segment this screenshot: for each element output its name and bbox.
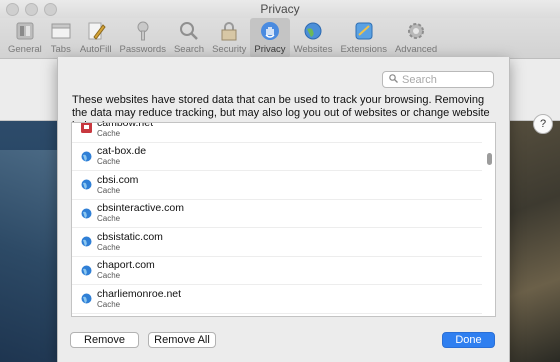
website-domain: cambow.net	[97, 122, 154, 129]
help-button[interactable]: ?	[533, 114, 553, 134]
website-data-type: Cache	[97, 185, 121, 195]
close-button[interactable]	[6, 3, 19, 16]
website-row[interactable]: cbsistatic.com Cache	[72, 228, 482, 257]
tab-extensions[interactable]: Extensions	[336, 18, 390, 58]
website-row-text: cbsinteractive.com Cache	[97, 202, 184, 224]
search-icon	[389, 73, 398, 86]
website-domain: charliemonroe.net	[97, 287, 182, 300]
website-row-text: cambow.net Cache	[97, 122, 154, 139]
minimize-button[interactable]	[25, 3, 38, 16]
lock-icon	[218, 20, 240, 42]
website-row[interactable]: cat-box.de Cache	[72, 143, 482, 171]
title-bar: Privacy	[0, 0, 560, 18]
website-data-type: Cache	[97, 128, 121, 138]
tab-tabs[interactable]: Tabs	[46, 18, 76, 58]
tab-security[interactable]: Security	[208, 18, 250, 58]
tab-websites-label: Websites	[293, 44, 333, 55]
website-domain: cat-box.de	[97, 145, 147, 158]
globe-icon	[81, 179, 92, 190]
website-row-text: cbsi.com Cache	[97, 174, 138, 196]
globe-icon	[81, 293, 92, 304]
tab-security-label: Security	[212, 44, 247, 55]
tab-general[interactable]: General	[4, 18, 46, 58]
general-switch-icon	[14, 20, 36, 42]
remove-all-button[interactable]: Remove All	[148, 332, 216, 348]
website-data-type: Cache	[97, 214, 121, 224]
preferences-toolbar: General Tabs AutoFill Passwords Search S…	[0, 18, 560, 59]
tab-extensions-label: Extensions	[340, 44, 387, 55]
hand-icon	[259, 20, 281, 42]
puzzle-icon	[353, 20, 375, 42]
pencil-icon	[85, 20, 107, 42]
website-rows: cambow.net Cache cat-box.de Cache cbsi.com Ca…	[72, 122, 482, 317]
search-field[interactable]	[382, 71, 494, 88]
website-row[interactable]: cbsinteractive.com Cache	[72, 200, 482, 228]
remove-button[interactable]: Remove	[70, 332, 139, 348]
site-favicon-icon	[81, 123, 92, 134]
website-domain: cbsi.com	[97, 173, 139, 186]
globe-icon	[81, 151, 92, 162]
website-row-text: charliemonroe.net Cache	[97, 288, 181, 310]
website-data-type: Cache	[97, 242, 121, 252]
magnifier-icon	[178, 20, 200, 42]
globe-icon	[81, 265, 92, 276]
tab-advanced[interactable]: Advanced	[391, 18, 441, 58]
tab-passwords[interactable]: Passwords	[116, 18, 170, 58]
website-row-text: cat-box.de Cache	[97, 145, 146, 167]
manage-website-data-sheet: These websites have stored data that can…	[57, 57, 510, 362]
window-controls	[6, 3, 57, 16]
website-domain: cbsinteractive.com	[97, 202, 184, 215]
website-row-text: chef.ioCache	[97, 316, 128, 317]
desktop-wallpaper-left	[0, 150, 60, 362]
website-domain: chef.io	[97, 316, 128, 317]
website-data-type: Cache	[97, 299, 121, 309]
website-data-list[interactable]: cambow.net Cache cat-box.de Cache cbsi.com Ca…	[71, 122, 496, 317]
tab-autofill[interactable]: AutoFill	[76, 18, 116, 58]
website-row[interactable]: cambow.net Cache	[72, 122, 482, 143]
tab-privacy[interactable]: Privacy	[250, 18, 290, 58]
website-row[interactable]: charliemonroe.net Cache	[72, 285, 482, 314]
zoom-button[interactable]	[44, 3, 57, 16]
tab-search[interactable]: Search	[170, 18, 208, 58]
website-row[interactable]: cbsi.com Cache	[72, 171, 482, 200]
gear-icon	[405, 20, 427, 42]
tab-advanced-label: Advanced	[394, 44, 438, 55]
tab-search-label: Search	[173, 44, 205, 55]
globe-icon	[302, 20, 324, 42]
tab-privacy-label: Privacy	[254, 44, 286, 55]
globe-icon	[81, 236, 92, 247]
website-domain: cbsistatic.com	[97, 230, 163, 243]
website-data-type: Cache	[97, 157, 121, 167]
website-row-text: chaport.com Cache	[97, 259, 155, 281]
website-row[interactable]: chef.ioCache	[72, 314, 482, 317]
tab-autofill-label: AutoFill	[79, 44, 112, 55]
website-domain: chaport.com	[97, 259, 155, 272]
tab-passwords-label: Passwords	[119, 44, 166, 55]
tabs-window-icon	[50, 20, 72, 42]
tab-websites[interactable]: Websites	[290, 18, 337, 58]
website-data-type: Cache	[97, 271, 121, 281]
website-row[interactable]: chaport.com Cache	[72, 257, 482, 285]
website-row-text: cbsistatic.com Cache	[97, 231, 163, 253]
window-title: Privacy	[260, 2, 300, 16]
tab-tabs-label: Tabs	[50, 44, 71, 55]
tab-general-label: General	[8, 44, 42, 55]
globe-icon	[81, 208, 92, 219]
key-icon	[132, 20, 154, 42]
scrollbar-thumb[interactable]	[487, 153, 492, 165]
search-input[interactable]	[402, 73, 482, 86]
done-button[interactable]: Done	[442, 332, 495, 348]
